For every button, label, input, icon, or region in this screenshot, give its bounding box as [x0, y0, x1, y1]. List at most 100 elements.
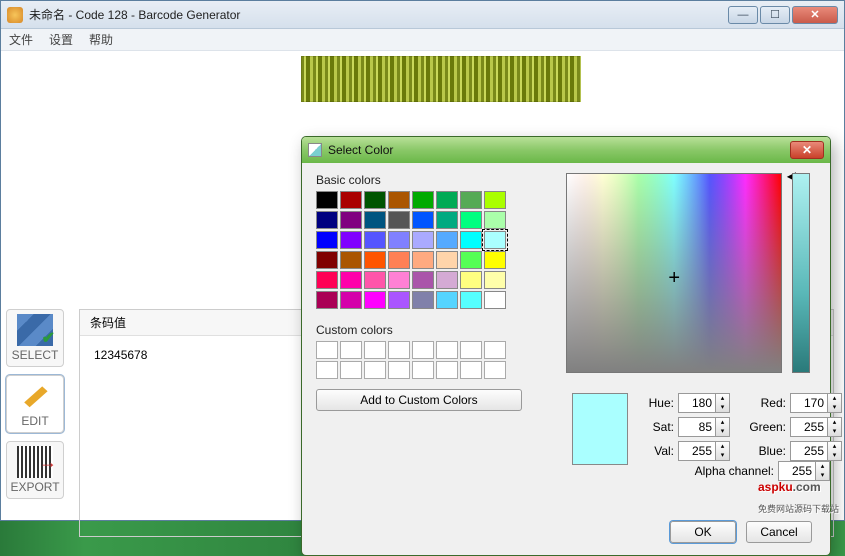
val-input[interactable]: 255 [678, 441, 716, 461]
custom-swatch[interactable] [316, 341, 338, 359]
basic-color-swatch[interactable] [484, 211, 506, 229]
close-button[interactable] [792, 6, 838, 24]
basic-color-swatch[interactable] [364, 271, 386, 289]
basic-color-swatch[interactable] [436, 251, 458, 269]
side-export-button[interactable]: EXPORT [6, 441, 64, 499]
sat-spinner[interactable] [716, 417, 730, 437]
custom-swatch[interactable] [436, 341, 458, 359]
basic-color-swatch[interactable] [364, 211, 386, 229]
basic-color-swatch[interactable] [436, 271, 458, 289]
basic-color-swatch[interactable] [436, 231, 458, 249]
basic-color-swatch[interactable] [388, 191, 410, 209]
custom-swatch[interactable] [460, 361, 482, 379]
select-icon [17, 314, 53, 346]
basic-color-swatch[interactable] [460, 191, 482, 209]
basic-color-swatch[interactable] [460, 271, 482, 289]
hue-slider[interactable] [792, 173, 810, 373]
basic-color-swatch[interactable] [484, 291, 506, 309]
basic-color-swatch[interactable] [364, 191, 386, 209]
basic-color-swatch[interactable] [388, 211, 410, 229]
side-edit-button[interactable]: EDIT [6, 375, 64, 433]
basic-color-swatch[interactable] [460, 291, 482, 309]
basic-color-swatch[interactable] [388, 251, 410, 269]
hue-input[interactable]: 180 [678, 393, 716, 413]
green-input[interactable]: 255 [790, 417, 828, 437]
basic-color-swatch[interactable] [316, 231, 338, 249]
maximize-button[interactable]: ☐ [760, 6, 790, 24]
basic-color-swatch[interactable] [412, 271, 434, 289]
basic-color-swatch[interactable] [316, 291, 338, 309]
basic-color-swatch[interactable] [412, 251, 434, 269]
basic-color-swatch[interactable] [412, 211, 434, 229]
custom-swatch[interactable] [436, 361, 458, 379]
basic-color-swatch[interactable] [316, 251, 338, 269]
basic-color-swatch[interactable] [460, 251, 482, 269]
sat-label: Sat: [638, 420, 674, 434]
basic-color-swatch[interactable] [340, 211, 362, 229]
custom-swatch[interactable] [316, 361, 338, 379]
basic-color-swatch[interactable] [484, 251, 506, 269]
sat-input[interactable]: 85 [678, 417, 716, 437]
basic-color-swatch[interactable] [316, 191, 338, 209]
basic-color-swatch[interactable] [388, 231, 410, 249]
hue-spinner[interactable] [716, 393, 730, 413]
basic-color-swatch[interactable] [364, 231, 386, 249]
green-spinner[interactable] [828, 417, 842, 437]
side-select-button[interactable]: SELECT [6, 309, 64, 367]
basic-color-swatch[interactable] [364, 291, 386, 309]
basic-color-swatch[interactable] [436, 211, 458, 229]
custom-swatch[interactable] [340, 341, 362, 359]
blue-input[interactable]: 255 [790, 441, 828, 461]
dialog-title-bar[interactable]: Select Color ✕ [302, 137, 830, 163]
dialog-close-button[interactable]: ✕ [790, 141, 824, 159]
basic-color-swatch[interactable] [340, 191, 362, 209]
custom-swatch[interactable] [364, 341, 386, 359]
basic-color-swatch[interactable] [364, 251, 386, 269]
menu-file[interactable]: 文件 [9, 31, 33, 48]
custom-swatch[interactable] [484, 341, 506, 359]
custom-swatch[interactable] [484, 361, 506, 379]
barcode-value-text[interactable]: 12345678 [94, 348, 147, 362]
basic-color-swatch[interactable] [436, 291, 458, 309]
basic-color-swatch[interactable] [484, 271, 506, 289]
basic-color-swatch[interactable] [340, 251, 362, 269]
custom-swatch[interactable] [460, 341, 482, 359]
app-icon [7, 7, 23, 23]
basic-color-swatch[interactable] [340, 231, 362, 249]
basic-color-swatch[interactable] [388, 291, 410, 309]
menu-settings[interactable]: 设置 [49, 31, 73, 48]
basic-color-swatch[interactable] [340, 291, 362, 309]
custom-swatch[interactable] [340, 361, 362, 379]
color-gradient-picker[interactable] [566, 173, 782, 373]
menu-help[interactable]: 帮助 [89, 31, 113, 48]
blue-spinner[interactable] [828, 441, 842, 461]
red-spinner[interactable] [828, 393, 842, 413]
watermark-brand: aspku [758, 480, 793, 494]
basic-color-swatch[interactable] [340, 271, 362, 289]
basic-color-swatch[interactable] [316, 211, 338, 229]
custom-swatch[interactable] [412, 341, 434, 359]
custom-swatch[interactable] [388, 361, 410, 379]
red-input[interactable]: 170 [790, 393, 828, 413]
basic-color-swatch[interactable] [412, 231, 434, 249]
add-custom-color-button[interactable]: Add to Custom Colors [316, 389, 522, 411]
val-spinner[interactable] [716, 441, 730, 461]
basic-color-swatch[interactable] [460, 231, 482, 249]
custom-swatch[interactable] [364, 361, 386, 379]
alpha-label: Alpha channel: [638, 464, 774, 478]
basic-color-swatch[interactable] [412, 291, 434, 309]
basic-color-swatch[interactable] [436, 191, 458, 209]
basic-color-swatch[interactable] [484, 191, 506, 209]
basic-color-swatch[interactable] [460, 211, 482, 229]
ok-button[interactable]: OK [670, 521, 736, 543]
cancel-button[interactable]: Cancel [746, 521, 812, 543]
basic-color-swatch[interactable] [412, 191, 434, 209]
basic-color-swatch[interactable] [388, 271, 410, 289]
minimize-button[interactable]: — [728, 6, 758, 24]
custom-swatch[interactable] [412, 361, 434, 379]
custom-swatch[interactable] [388, 341, 410, 359]
basic-color-swatch[interactable] [484, 231, 506, 249]
basic-color-swatch[interactable] [316, 271, 338, 289]
red-label: Red: [740, 396, 786, 410]
title-bar[interactable]: 未命名 - Code 128 - Barcode Generator — ☐ [1, 1, 844, 29]
